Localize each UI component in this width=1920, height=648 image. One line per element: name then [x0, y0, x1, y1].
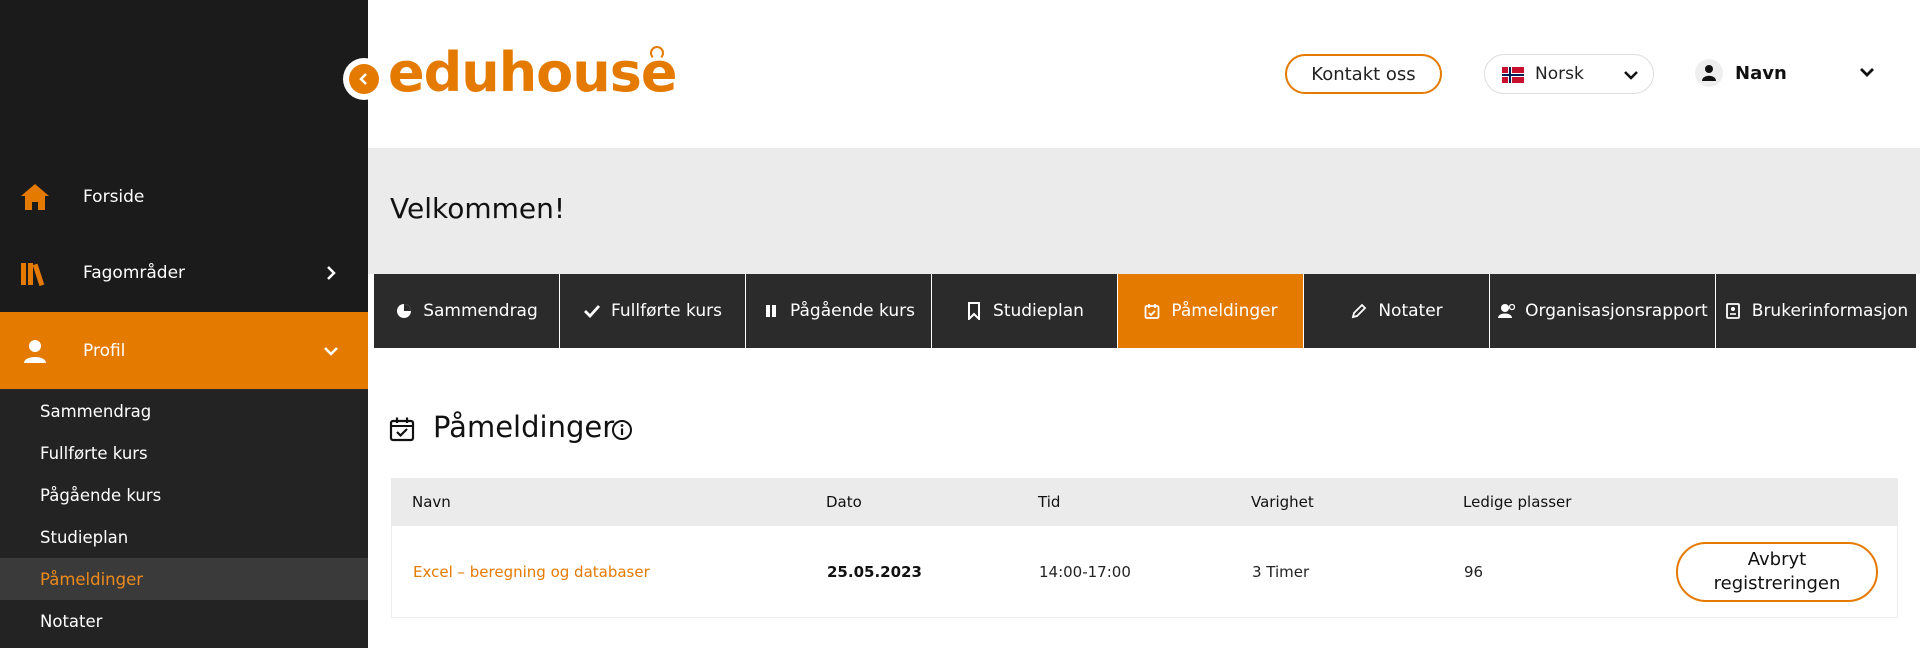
pause-icon [762, 302, 780, 320]
submenu-item-sammendrag[interactable]: Sammendrag [0, 390, 368, 432]
tab-label: Organisasjonsrapport [1525, 301, 1708, 321]
submenu-item-pagaende-kurs[interactable]: Pågående kurs [0, 474, 368, 516]
tab-pagaende-kurs[interactable]: Pågående kurs [746, 274, 931, 348]
submenu-item-fullforte-kurs[interactable]: Fullførte kurs [0, 432, 368, 474]
cancel-registration-label: Avbryt registreringen [1713, 549, 1841, 594]
welcome-banner [368, 148, 1920, 274]
books-icon [18, 256, 52, 290]
column-header-dato: Dato [826, 493, 862, 511]
section-title: Påmeldinger [433, 410, 615, 444]
calendar-check-icon [1143, 302, 1161, 320]
norway-flag-icon [1502, 67, 1524, 83]
time-cell: 14:00-17:00 [1039, 562, 1131, 581]
tab-organisasjonsrapport[interactable]: Organisasjonsrapport [1490, 274, 1715, 348]
table-row: Excel – beregning og databaser 25.05.202… [391, 526, 1898, 618]
language-label: Norsk [1535, 64, 1584, 84]
sidebar-item-label: Fagområder [83, 263, 186, 283]
tab-fullforte-kurs[interactable]: Fullførte kurs [560, 274, 745, 348]
tab-notater[interactable]: Notater [1304, 274, 1489, 348]
column-header-navn: Navn [412, 493, 451, 511]
user-menu[interactable]: Navn [1695, 56, 1787, 90]
sidebar-collapse-button[interactable] [343, 58, 385, 100]
table-header: Navn Dato Tid Varighet Ledige plasser [391, 478, 1898, 526]
tab-brukerinformasjon[interactable]: Brukerinformasjon [1716, 274, 1916, 348]
tab-label: Fullførte kurs [611, 301, 722, 321]
profile-tabs: Sammendrag Fullførte kurs Pågående kurs … [374, 274, 1917, 348]
column-header-varighet: Varighet [1251, 493, 1314, 511]
tab-label: Brukerinformasjon [1751, 301, 1909, 321]
contact-button[interactable]: Kontakt oss [1285, 54, 1442, 94]
home-icon [18, 180, 52, 214]
user-menu-chevron-icon[interactable] [1858, 64, 1876, 82]
chevron-left-icon [349, 64, 379, 94]
logo[interactable]: eduhouse [388, 42, 677, 104]
sidebar-item-label: Forside [83, 187, 145, 207]
tab-label: Studieplan [993, 301, 1084, 321]
profil-submenu: Sammendrag Fullførte kurs Pågående kurs … [0, 390, 368, 648]
calendar-check-icon [389, 416, 415, 442]
check-icon [583, 302, 601, 320]
user-name: Navn [1735, 62, 1787, 84]
info-icon[interactable] [611, 419, 633, 441]
bookmark-icon [965, 302, 983, 320]
chevron-right-icon [322, 264, 340, 282]
language-select[interactable]: Norsk [1484, 54, 1654, 94]
tab-label: Pågående kurs [790, 301, 915, 321]
tab-studieplan[interactable]: Studieplan [932, 274, 1117, 348]
tab-pameldinger[interactable]: Påmeldinger [1118, 274, 1303, 348]
tab-label: Notater [1378, 301, 1443, 321]
pencil-icon [1350, 302, 1368, 320]
submenu-item-studieplan[interactable]: Studieplan [0, 516, 368, 558]
sidebar-item-label: Profil [83, 340, 126, 361]
tab-label: Sammendrag [423, 301, 538, 321]
course-link[interactable]: Excel – beregning og databaser [413, 563, 650, 581]
duration-cell: 3 Timer [1252, 562, 1310, 581]
column-header-ledige-plasser: Ledige plasser [1463, 493, 1572, 511]
tab-sammendrag[interactable]: Sammendrag [374, 274, 559, 348]
page-title: Velkommen! [390, 192, 566, 225]
sidebar: Forside Fagområder Profil Sammendrag Ful… [0, 0, 368, 648]
sidebar-item-fagomrader[interactable]: Fagområder [0, 234, 368, 312]
sidebar-item-profil[interactable]: Profil [0, 312, 368, 390]
id-card-icon [1724, 302, 1742, 320]
cancel-registration-button[interactable]: Avbryt registreringen [1676, 542, 1878, 602]
pie-chart-icon [395, 302, 413, 320]
column-header-tid: Tid [1038, 493, 1061, 511]
chevron-down-icon [322, 342, 340, 360]
tab-label: Påmeldinger [1171, 301, 1278, 321]
seats-cell: 96 [1464, 562, 1484, 581]
user-avatar-icon [1695, 59, 1723, 87]
date-cell: 25.05.2023 [827, 562, 922, 581]
enrollments-table: Navn Dato Tid Varighet Ledige plasser Ex… [391, 478, 1898, 618]
submenu-item-pameldinger[interactable]: Påmeldinger [0, 558, 368, 600]
chevron-down-icon [1623, 67, 1639, 83]
logo-hat-icon [650, 46, 664, 60]
org-user-icon [1497, 302, 1516, 320]
sidebar-item-forside[interactable]: Forside [0, 158, 368, 236]
submenu-item-notater[interactable]: Notater [0, 600, 368, 642]
user-icon [18, 334, 52, 368]
